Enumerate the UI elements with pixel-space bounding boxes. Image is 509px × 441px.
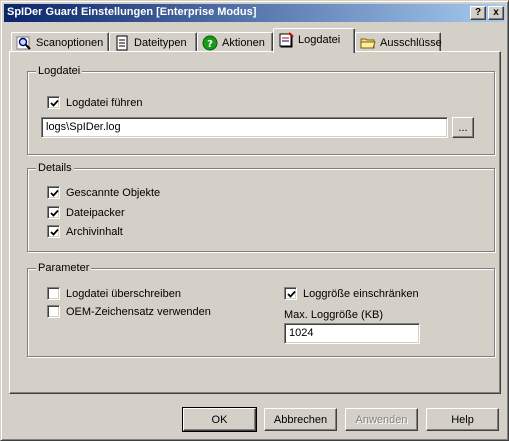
scanned-objects-checkbox[interactable]: Gescannte Objekte — [47, 186, 160, 199]
tab-strip: Scanoptionen Dateitypen ? Aktionen Logda… — [11, 28, 501, 53]
tab-panel-logdatei: Logdatei Logdatei führen logs\SpIDer.log… — [9, 51, 501, 394]
oem-charset-checkbox[interactable]: OEM-Zeichensatz verwenden — [47, 305, 211, 318]
magnifier-icon — [16, 35, 32, 51]
title-bar[interactable]: SpIDer Guard Einstellungen [Enterprise M… — [4, 4, 505, 22]
document-icon — [114, 35, 130, 51]
max-size-input[interactable]: 1024 — [284, 323, 420, 344]
checkbox-box[interactable] — [47, 305, 60, 318]
svg-text:?: ? — [207, 39, 213, 50]
tab-scanoptionen[interactable]: Scanoptionen — [11, 32, 109, 52]
archive-content-checkbox[interactable]: Archivinhalt — [47, 225, 123, 238]
group-title: Parameter — [36, 262, 92, 274]
group-title: Logdatei — [36, 65, 83, 77]
apply-button[interactable]: Anwenden — [345, 408, 418, 431]
checkbox-label: Gescannte Objekte — [66, 186, 161, 199]
tab-dateitypen[interactable]: Dateitypen — [109, 32, 197, 52]
checkbox-box[interactable] — [47, 225, 60, 238]
checkbox-label: OEM-Zeichensatz verwenden — [66, 305, 211, 318]
checkbox-label: Loggröße einschränken — [303, 287, 419, 300]
tab-label: Scanoptionen — [36, 36, 104, 49]
checkbox-label: Logdatei führen — [66, 96, 143, 109]
checkbox-box[interactable] — [47, 287, 60, 300]
help-title-button[interactable]: ? — [470, 6, 486, 20]
tab-label: Logdatei — [298, 34, 341, 46]
cancel-button[interactable]: Abbrechen — [264, 408, 337, 431]
max-size-label: Max. Loggröße (KB) — [284, 309, 384, 321]
limit-size-checkbox[interactable]: Loggröße einschränken — [284, 287, 419, 300]
overwrite-log-checkbox[interactable]: Logdatei überschreiben — [47, 287, 181, 300]
packer-checkbox[interactable]: Dateipacker — [47, 206, 125, 219]
checkbox-box[interactable] — [47, 186, 60, 199]
notebook-icon — [278, 32, 294, 48]
tab-aktionen[interactable]: ? Aktionen — [197, 32, 273, 52]
tab-label: Ausschlüsse — [380, 36, 442, 49]
help-circle-icon: ? — [202, 35, 218, 51]
tab-label: Dateitypen — [134, 36, 187, 49]
checkbox-label: Dateipacker — [66, 206, 125, 219]
close-title-button[interactable]: x — [488, 6, 504, 20]
checkbox-box[interactable] — [47, 206, 60, 219]
ok-button[interactable]: OK — [182, 407, 257, 432]
window-title: SpIDer Guard Einstellungen [Enterprise M… — [7, 6, 257, 18]
checkbox-box[interactable] — [47, 96, 60, 109]
log-path-input[interactable]: logs\SpIDer.log — [41, 117, 448, 138]
tab-label: Aktionen — [222, 36, 265, 49]
browse-button[interactable]: ... — [452, 117, 474, 138]
details-group: Details Gescannte Objekte Dateipacker Ar… — [27, 162, 495, 252]
settings-dialog: SpIDer Guard Einstellungen [Enterprise M… — [0, 0, 509, 441]
group-title: Details — [36, 162, 74, 174]
help-button[interactable]: Help — [426, 408, 499, 431]
keep-log-checkbox[interactable]: Logdatei führen — [47, 96, 142, 109]
checkbox-label: Logdatei überschreiben — [66, 287, 181, 300]
folder-icon — [360, 35, 376, 51]
tab-ausschluesse[interactable]: Ausschlüsse — [355, 32, 442, 52]
checkbox-label: Archivinhalt — [66, 225, 123, 238]
parameter-group: Parameter Logdatei überschreiben OEM-Zei… — [27, 262, 495, 357]
checkbox-box[interactable] — [284, 287, 297, 300]
tab-logdatei[interactable]: Logdatei — [273, 28, 355, 53]
logdatei-group: Logdatei Logdatei führen logs\SpIDer.log… — [27, 65, 495, 155]
